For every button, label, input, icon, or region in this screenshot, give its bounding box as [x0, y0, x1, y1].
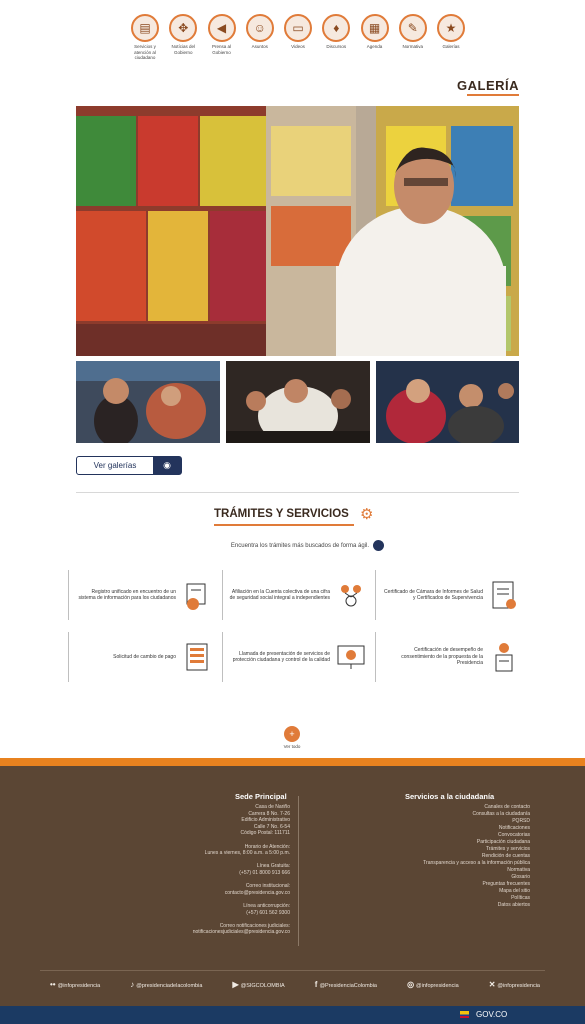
footer-link[interactable]: Canales de contacto [340, 804, 530, 811]
gallery-thumbnail[interactable] [226, 361, 370, 443]
footer-link[interactable]: Notificaciones [340, 825, 530, 832]
quick-access-item[interactable]: ▭ Videos [281, 14, 315, 70]
tramite-card[interactable]: Certificado de Cámara de Informes de Sal… [375, 570, 525, 620]
quick-access-item[interactable]: ✥ Notícias del Gobierno [166, 14, 200, 70]
gallery-thumbnail[interactable] [376, 361, 519, 443]
footer-services-title: Servicios a la ciudadanía [405, 792, 495, 801]
footer-link[interactable]: Transparencia y acceso a la información … [340, 860, 530, 867]
footer-link[interactable]: Convocatorias [340, 832, 530, 839]
tramites-subtitle: Encuentra los trámites más buscados de f… [214, 540, 384, 551]
footer-link[interactable]: Glosario [340, 874, 530, 881]
calendar-icon: ▦ [360, 14, 389, 42]
eye-icon: ◉ [153, 457, 181, 474]
footer-link[interactable]: Preguntas frecuentes [340, 881, 530, 888]
footer-link[interactable]: PQRSD [340, 818, 530, 825]
footer-accent-bar [0, 758, 585, 766]
x-icon: ✕ [488, 980, 496, 989]
footer-link[interactable]: Consultas a la ciudadanía [340, 811, 530, 818]
quick-access-item[interactable]: ✎ Normativa [396, 14, 430, 70]
quick-access-row: ▤ Servicios y atención al ciudadano ✥ Notí… [128, 14, 468, 70]
facebook-icon: f [314, 980, 318, 989]
megaphone-icon: ◀ [207, 14, 236, 42]
gallery-thumbnail[interactable] [76, 361, 220, 443]
footer-link[interactable]: Trámites y servicios [340, 846, 530, 853]
gallery-title-underline [467, 94, 519, 96]
gov-co-logo[interactable]: GOV.CO [476, 1010, 507, 1019]
flickr-icon: •• [50, 980, 56, 989]
quick-access-item[interactable]: ☺ Asuntos [243, 14, 277, 70]
footer-link[interactable]: Datos abiertos [340, 902, 530, 909]
info-icon [373, 540, 384, 551]
footer-link[interactable]: Mapa del sitio [340, 888, 530, 895]
footer-link[interactable]: Normativa [340, 867, 530, 874]
lightbulb-icon: ✎ [398, 14, 427, 42]
quick-access-item[interactable]: ▤ Servicios y atención al ciudadano [128, 14, 162, 70]
tramite-card[interactable]: Llamada de presentación de servicios de … [222, 632, 372, 682]
monitor-icon: ▭ [284, 14, 312, 42]
section-divider [76, 492, 519, 493]
quick-access-item[interactable]: ♦ Discursos [319, 14, 353, 70]
youtube-icon: ▶ [232, 980, 239, 989]
gov-bar: GOV.CO [0, 1006, 585, 1024]
instagram-icon: ◎ [407, 980, 415, 989]
quick-access-item[interactable]: ◀ Prensa al Gobierno [205, 14, 239, 70]
footer-hq-title: Sede Principal [235, 792, 287, 801]
gallery-main-photo[interactable] [76, 106, 519, 356]
social-link[interactable]: ♪ @presidenciadelacolombia [130, 980, 202, 989]
footer: Servicios a la ciudadanía Canales de con… [0, 766, 585, 1006]
quick-access-item[interactable]: ▦ Agenda [358, 14, 392, 70]
gallery-title: GALERÍA [457, 78, 519, 93]
social-link[interactable]: ◎ @infopresidencia [407, 980, 459, 989]
people-network-icon [336, 578, 366, 612]
tiktok-icon: ♪ [130, 980, 135, 989]
tramite-card[interactable]: Solicitud de cambio de pago [68, 632, 218, 682]
social-link[interactable]: ▶ @SIGCOLOMBIA [232, 980, 284, 989]
document-icon: ▤ [131, 14, 159, 42]
social-link[interactable]: f @PresidenciaColombia [315, 980, 377, 989]
tramite-card[interactable]: Certificación de desempeño de consentimi… [375, 632, 525, 682]
footer-hq-info: Casa de Nariño Carrera 8 No. 7-26 Edific… [192, 804, 290, 936]
folder-gear-icon [182, 578, 212, 612]
footer-link[interactable]: Políticas [340, 895, 530, 902]
tramite-card[interactable]: Afiliación en la Cuenta colectiva de una… [222, 570, 372, 620]
colombia-flag-icon [460, 1011, 469, 1018]
presentation-icon [336, 640, 366, 674]
mic-icon: ♦ [322, 14, 351, 42]
star-icon: ★ [437, 14, 465, 42]
social-link[interactable]: •• @infopresidencia [50, 980, 100, 989]
person-tool-icon [489, 640, 519, 674]
people-icon: ☺ [245, 14, 274, 42]
see-all-tramites[interactable]: + Ver todo [276, 726, 308, 749]
footer-link[interactable]: Participación ciudadana [340, 839, 530, 846]
tramites-title: TRÁMITES Y SERVICIOS [214, 508, 349, 520]
social-link[interactable]: ✕ @infopresidencia [489, 980, 540, 989]
services-icon: ⚙ [360, 506, 374, 523]
document-list-icon [182, 640, 212, 674]
view-galleries-label: Ver galerías [93, 461, 137, 470]
view-galleries-button[interactable]: Ver galerías ◉ [76, 456, 182, 475]
plus-icon: + [284, 726, 300, 742]
footer-services-list: Canales de contacto Consultas a la ciuda… [340, 804, 530, 909]
handshake-icon: ✥ [169, 14, 198, 42]
quick-access-item[interactable]: ★ Galerías [434, 14, 468, 70]
certificate-icon [489, 578, 519, 612]
footer-separator [40, 970, 545, 971]
social-links: •• @infopresidencia ♪ @presidenciadelacolo… [50, 980, 540, 989]
tramites-title-underline [214, 524, 354, 526]
footer-link[interactable]: Rendición de cuentas [340, 853, 530, 860]
footer-column-divider [298, 796, 299, 946]
tramite-card[interactable]: Registro unificado en encuentro de un si… [68, 570, 218, 620]
